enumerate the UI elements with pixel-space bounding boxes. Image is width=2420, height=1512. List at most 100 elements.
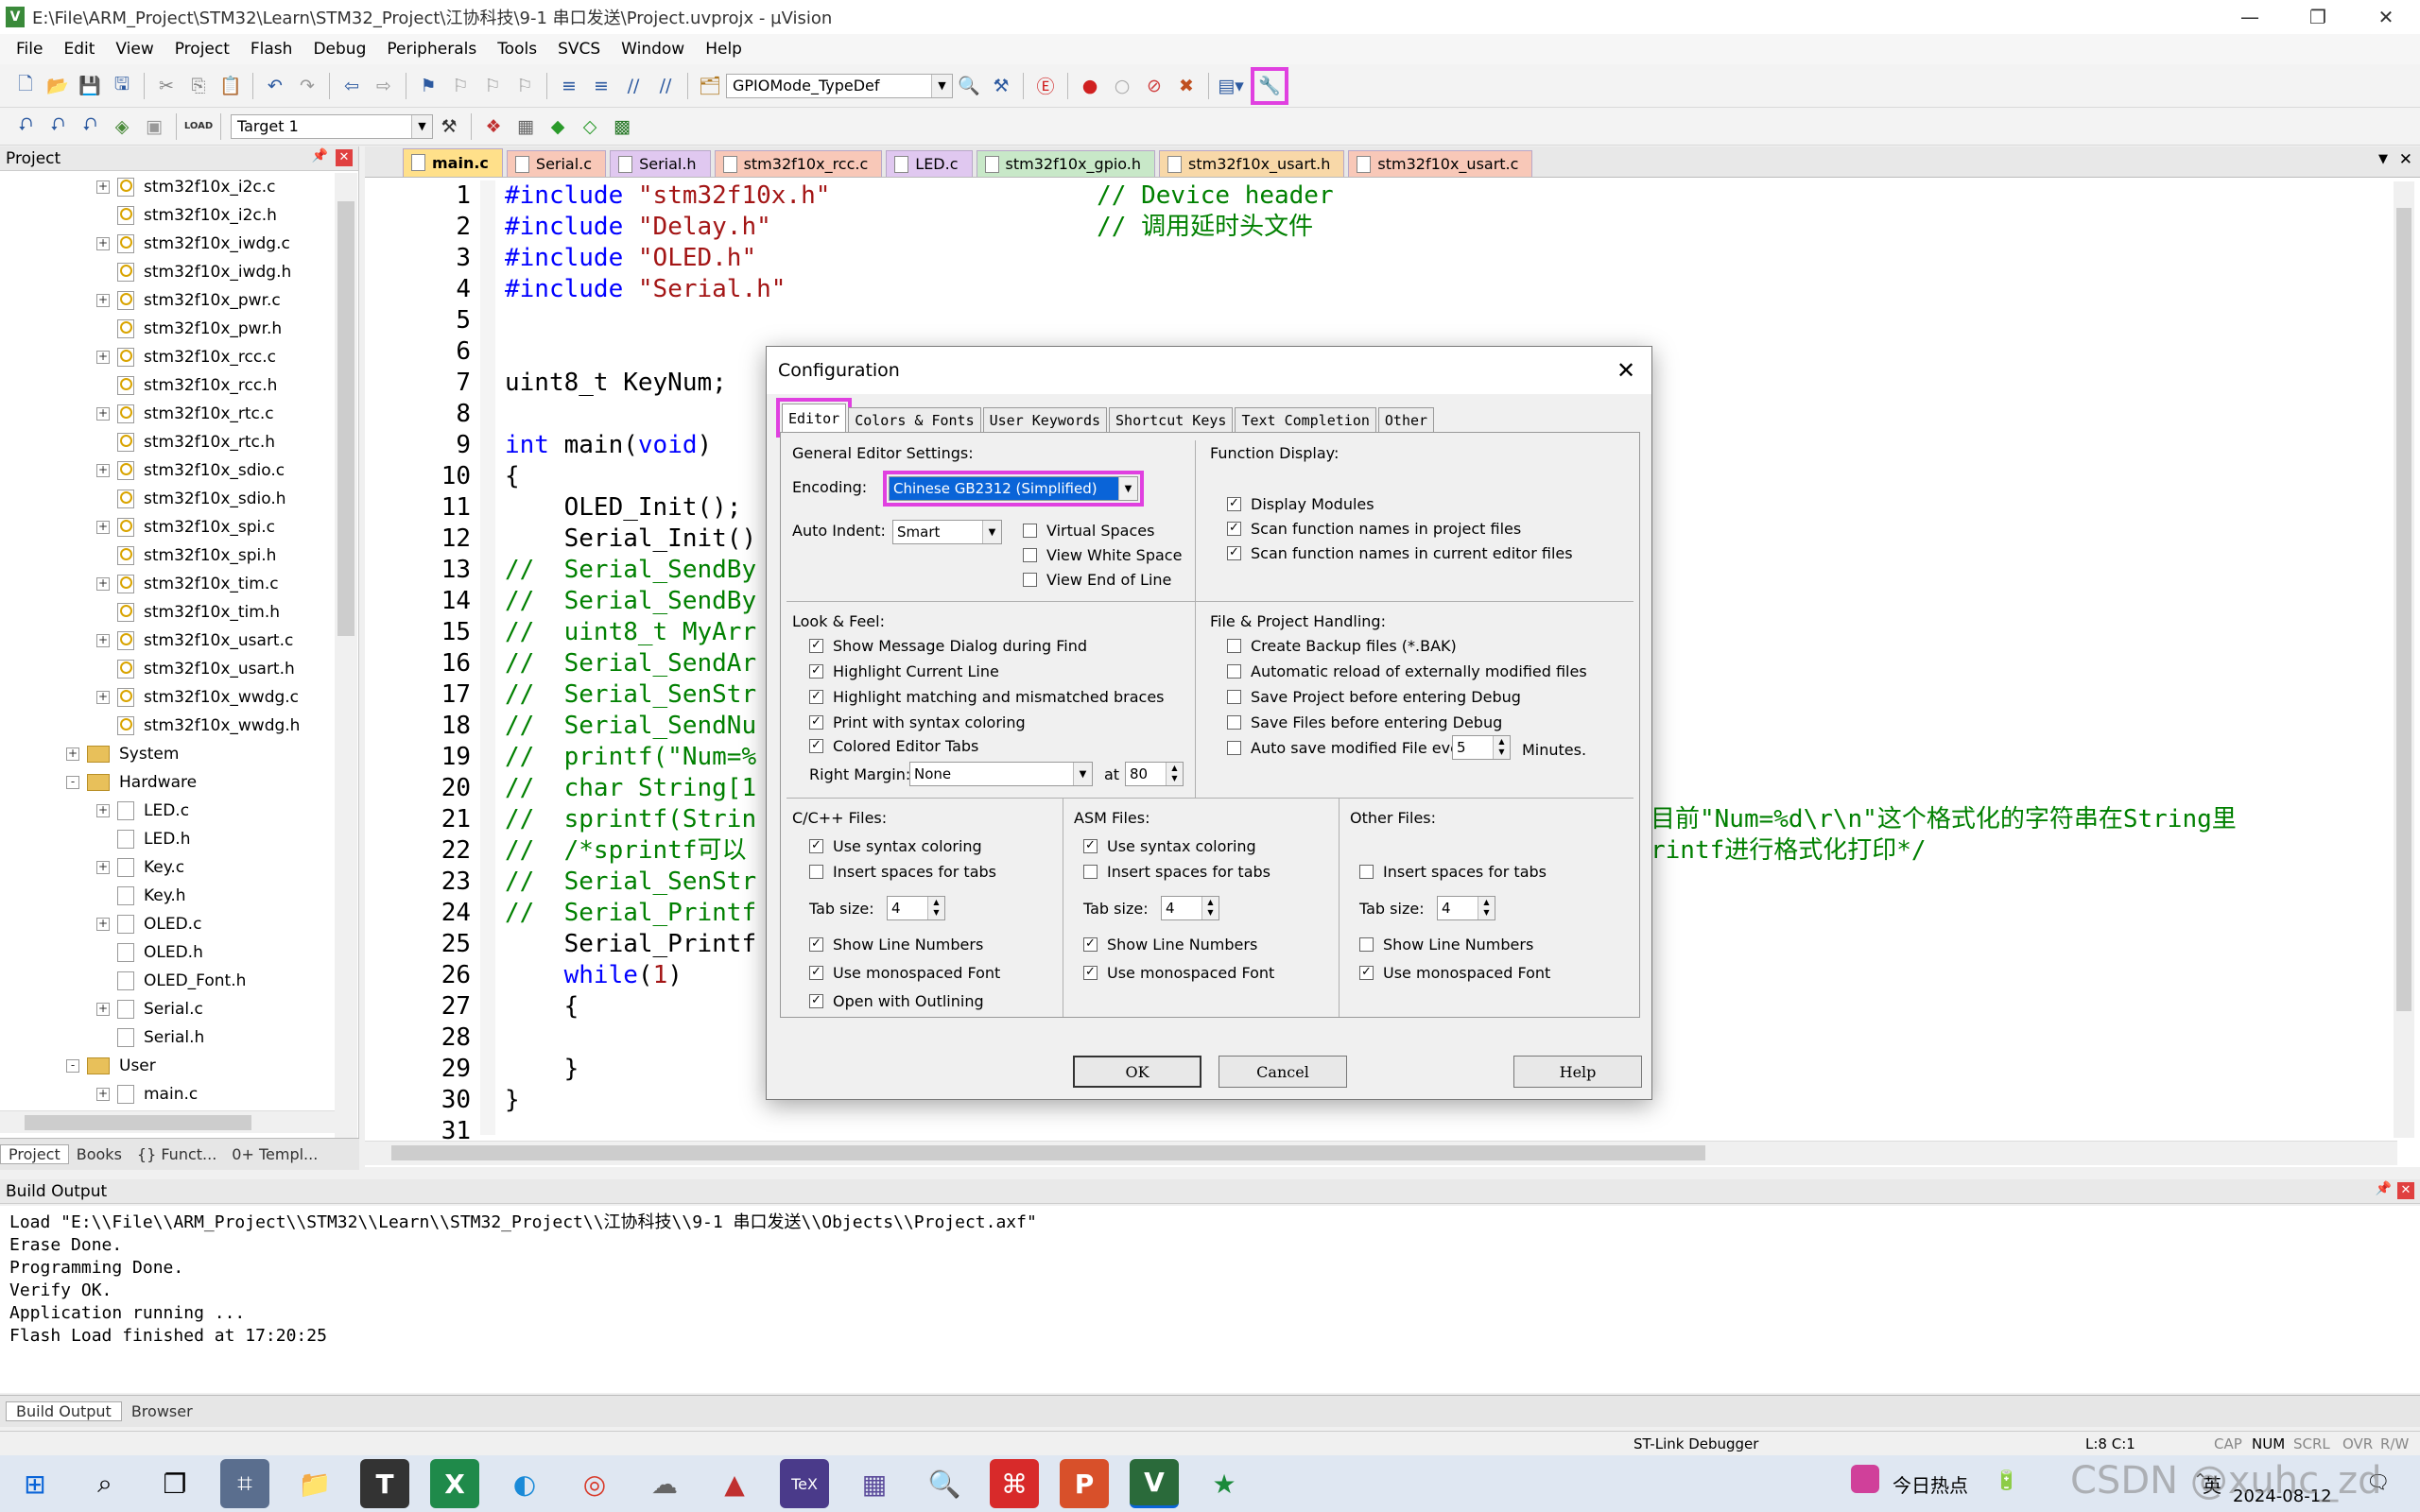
expand-icon[interactable]: + <box>96 918 110 931</box>
expand-icon[interactable]: + <box>96 861 110 874</box>
tree-file[interactable]: + stm32f10x_usart.c <box>96 627 293 655</box>
build-output-text[interactable]: Load "E:\\File\\ARM_Project\\STM32\\Lear… <box>0 1206 2420 1393</box>
checkbox-box[interactable] <box>1359 865 1374 879</box>
latex-icon[interactable]: TeX <box>780 1459 829 1508</box>
menu-window[interactable]: Window <box>611 40 695 59</box>
collapse-icon[interactable]: - <box>66 1059 79 1073</box>
close-panel-icon[interactable]: ✕ <box>336 149 353 166</box>
auto-save-checkbox[interactable]: Auto save modified File every <box>1227 739 1475 757</box>
chevron-down-icon[interactable]: ▼ <box>1118 477 1137 500</box>
unindent-icon[interactable]: ≡ <box>588 73 614 99</box>
create-backup-checkbox[interactable]: Create Backup files (*.BAK) <box>1227 637 1457 655</box>
tab-serial-c[interactable]: Serial.c <box>506 150 607 177</box>
checkbox-box[interactable]: ✓ <box>809 715 823 730</box>
redo-icon[interactable]: ↷ <box>294 73 320 99</box>
encoding-select[interactable]: Chinese GB2312 (Simplified) ▼ <box>883 471 1144 507</box>
checkbox-box[interactable]: ✓ <box>809 690 823 704</box>
c-insert-spaces-checkbox[interactable]: Insert spaces for tabs <box>809 863 996 881</box>
tree-group-hardware[interactable]: - Hardware <box>66 768 197 797</box>
tab-stm32f10x-rcc-c[interactable]: stm32f10x_rcc.c <box>714 150 883 177</box>
tree-file[interactable]: + stm32f10x_rtc.c <box>96 400 274 428</box>
tab-templates[interactable]: 0+ Templ... <box>224 1145 325 1163</box>
menu-file[interactable]: File <box>6 40 53 59</box>
expand-icon[interactable]: + <box>96 1003 110 1016</box>
tab-text-completion[interactable]: Text Completion <box>1235 407 1376 432</box>
checkbox-box[interactable] <box>1227 715 1241 730</box>
scan-current-files-checkbox[interactable]: ✓ Scan function names in current editor f… <box>1227 544 1573 562</box>
tab-project[interactable]: Project <box>0 1144 69 1164</box>
load-download-icon[interactable]: LOAD <box>184 113 213 140</box>
close-panel-icon[interactable]: ✕ <box>2397 1182 2414 1199</box>
checkbox-box[interactable]: ✓ <box>809 937 823 952</box>
scrollbar-thumb[interactable] <box>337 201 354 636</box>
kill-breakpoints-icon[interactable]: ✖ <box>1173 73 1200 99</box>
disable-all-breakpoints-icon[interactable]: ⊘ <box>1141 73 1167 99</box>
spinner-arrows-icon[interactable]: ▲ ▼ <box>1478 897 1495 919</box>
checkbox-box[interactable]: ✓ <box>1227 522 1241 536</box>
expand-icon[interactable]: + <box>96 464 110 477</box>
tree-file[interactable]: stm32f10x_rtc.h <box>96 428 275 456</box>
checkbox-box[interactable] <box>1227 639 1241 653</box>
scan-project-files-checkbox[interactable]: ✓ Scan function names in project files <box>1227 520 1521 538</box>
chevron-down-icon[interactable]: ▼ <box>931 74 952 97</box>
bookmark-icon[interactable]: ⚑ <box>415 73 441 99</box>
uvision-taskbar-icon[interactable]: V <box>1130 1459 1179 1508</box>
ok-button[interactable]: OK <box>1073 1056 1201 1088</box>
powerpoint-icon[interactable]: P <box>1060 1459 1109 1508</box>
project-hscrollbar[interactable] <box>0 1110 335 1133</box>
expand-icon[interactable]: + <box>96 1088 110 1101</box>
tab-shortcut-keys[interactable]: Shortcut Keys <box>1109 407 1234 432</box>
file-explorer-icon[interactable]: 📁 <box>290 1459 339 1508</box>
editor-hscrollbar[interactable] <box>365 1141 2397 1165</box>
pack-installer-icon[interactable]: ◇ <box>577 113 603 140</box>
rte-icon[interactable]: ◆ <box>544 113 571 140</box>
tree-group-system[interactable]: + System <box>66 740 179 768</box>
close-button[interactable]: ✕ <box>2354 0 2418 34</box>
other-tab-size-spinner[interactable]: 4 ▲ ▼ <box>1437 896 1495 920</box>
collapse-icon[interactable]: - <box>66 776 79 789</box>
checkbox-box[interactable]: ✓ <box>1227 546 1241 560</box>
paste-icon[interactable]: 📋 <box>217 73 244 99</box>
app-color-icon[interactable]: ▲ <box>710 1459 759 1508</box>
checkbox-box[interactable]: ✓ <box>809 966 823 980</box>
menu-project[interactable]: Project <box>164 40 240 59</box>
tree-file[interactable]: LED.h <box>96 825 190 853</box>
spinner-arrows-icon[interactable]: ▲ ▼ <box>1166 763 1183 785</box>
app-cloud-icon[interactable]: ☁ <box>640 1459 689 1508</box>
typora-icon[interactable]: T <box>360 1459 409 1508</box>
expand-icon[interactable]: + <box>96 237 110 250</box>
auto-save-minutes-spinner[interactable]: 5 ▲ ▼ <box>1452 735 1511 760</box>
asm-monospaced-checkbox[interactable]: ✓ Use monospaced Font <box>1083 964 1274 982</box>
new-file-icon[interactable]: 🗋 <box>12 73 39 99</box>
checkbox-box[interactable] <box>1227 741 1241 755</box>
display-modules-checkbox[interactable]: ✓ Display Modules <box>1227 495 1374 513</box>
tree-file[interactable]: + stm32f10x_sdio.c <box>96 456 285 485</box>
tab-other[interactable]: Other <box>1377 407 1435 432</box>
expand-icon[interactable]: + <box>66 747 79 761</box>
project-vscrollbar[interactable] <box>335 173 357 1258</box>
expand-icon[interactable]: + <box>96 351 110 364</box>
menu-tools[interactable]: Tools <box>487 40 547 59</box>
checkbox-box[interactable]: ✓ <box>1083 839 1098 853</box>
menu-help[interactable]: Help <box>695 40 752 59</box>
tree-file[interactable]: Serial.h <box>96 1023 204 1052</box>
app-green-icon[interactable]: ★ <box>1200 1459 1249 1508</box>
checkbox-box[interactable]: ✓ <box>1083 966 1098 980</box>
expand-icon[interactable]: + <box>96 180 110 194</box>
tree-file[interactable]: OLED_Font.h <box>96 967 246 995</box>
checkbox-box[interactable] <box>1023 573 1037 587</box>
menu-debug[interactable]: Debug <box>302 40 376 59</box>
view-white-space-checkbox[interactable]: View White Space <box>1023 546 1182 564</box>
scrollbar-thumb[interactable] <box>25 1115 251 1130</box>
tree-file[interactable]: + stm32f10x_spi.c <box>96 513 275 541</box>
uncomment-icon[interactable]: ∕∕ <box>652 73 679 99</box>
tree-file[interactable]: stm32f10x_i2c.h <box>96 201 277 230</box>
breakpoint-icon[interactable]: ● <box>1077 73 1103 99</box>
checkbox-box[interactable] <box>809 865 823 879</box>
chevron-down-icon[interactable]: ▼ <box>982 521 1001 543</box>
options-for-target-icon[interactable]: ⚒ <box>436 113 462 140</box>
close-tab-icon[interactable]: ✕ <box>2399 150 2412 169</box>
menu-edit[interactable]: Edit <box>53 40 105 59</box>
tree-file[interactable]: stm32f10x_usart.h <box>96 655 295 683</box>
tree-file[interactable]: + stm32f10x_wwdg.c <box>96 683 299 712</box>
